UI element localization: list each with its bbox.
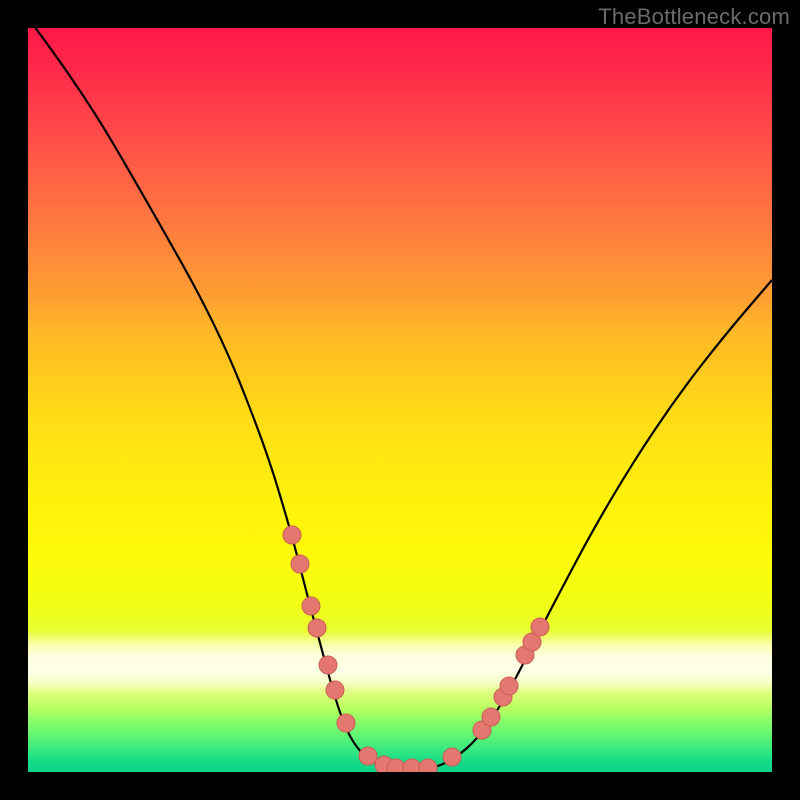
curve-marker [531,618,549,636]
curve-marker [419,759,437,772]
curve-marker [326,681,344,699]
plot-area [28,28,772,772]
curve-marker [291,555,309,573]
curve-marker [308,619,326,637]
curve-marker [387,759,405,772]
curve-marker [283,526,301,544]
curve-marker [319,656,337,674]
curve-marker [337,714,355,732]
curve-marker [500,677,518,695]
curve-path [28,28,772,770]
watermark-text: TheBottleneck.com [598,4,790,30]
curve-marker [359,747,377,765]
curve-marker [302,597,320,615]
curve-marker [403,759,421,772]
curve-markers [283,526,549,772]
chart-frame: TheBottleneck.com [0,0,800,800]
bottleneck-curve [28,28,772,772]
curve-marker [482,708,500,726]
curve-marker [443,748,461,766]
